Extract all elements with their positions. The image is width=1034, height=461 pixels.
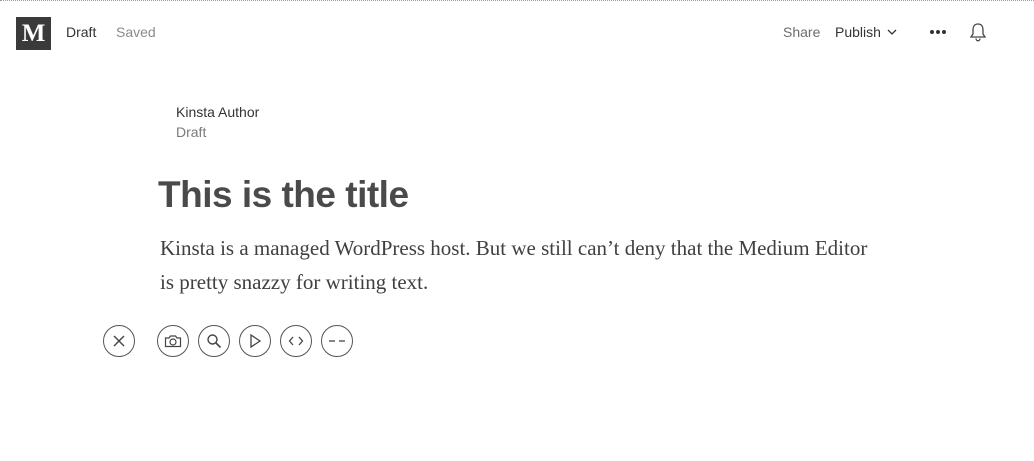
divider-icon bbox=[329, 340, 345, 342]
more-icon bbox=[930, 30, 946, 34]
medium-logo[interactable]: M bbox=[16, 17, 51, 50]
code-icon bbox=[288, 336, 304, 346]
draft-status: Draft bbox=[66, 24, 97, 40]
insert-embed-button[interactable] bbox=[280, 325, 312, 357]
share-button[interactable]: Share bbox=[783, 24, 820, 40]
saved-status: Saved bbox=[116, 24, 156, 40]
author-post-status: Draft bbox=[176, 124, 207, 140]
close-insert-button[interactable] bbox=[103, 325, 135, 357]
post-body[interactable]: Kinsta is a managed WordPress host. But … bbox=[160, 231, 880, 299]
editor-page: M Draft Saved Share Publish Kinsta Autho… bbox=[0, 0, 1034, 461]
notifications-button[interactable] bbox=[967, 21, 989, 43]
publish-button[interactable]: Publish bbox=[835, 24, 897, 40]
insert-search-button[interactable] bbox=[198, 325, 230, 357]
play-icon bbox=[250, 333, 262, 349]
insert-image-button[interactable] bbox=[157, 325, 189, 357]
insert-divider-button[interactable] bbox=[321, 325, 353, 357]
author-name[interactable]: Kinsta Author bbox=[176, 104, 259, 120]
logo-letter: M bbox=[21, 20, 46, 47]
insert-video-button[interactable] bbox=[239, 325, 271, 357]
more-options-button[interactable] bbox=[928, 24, 948, 40]
top-border bbox=[0, 0, 1034, 1]
bell-icon bbox=[969, 23, 987, 42]
chevron-down-icon bbox=[887, 29, 897, 35]
publish-label: Publish bbox=[835, 24, 881, 40]
close-icon bbox=[113, 335, 125, 347]
search-icon bbox=[207, 334, 222, 349]
camera-icon bbox=[164, 335, 182, 348]
post-title[interactable]: This is the title bbox=[158, 174, 409, 216]
